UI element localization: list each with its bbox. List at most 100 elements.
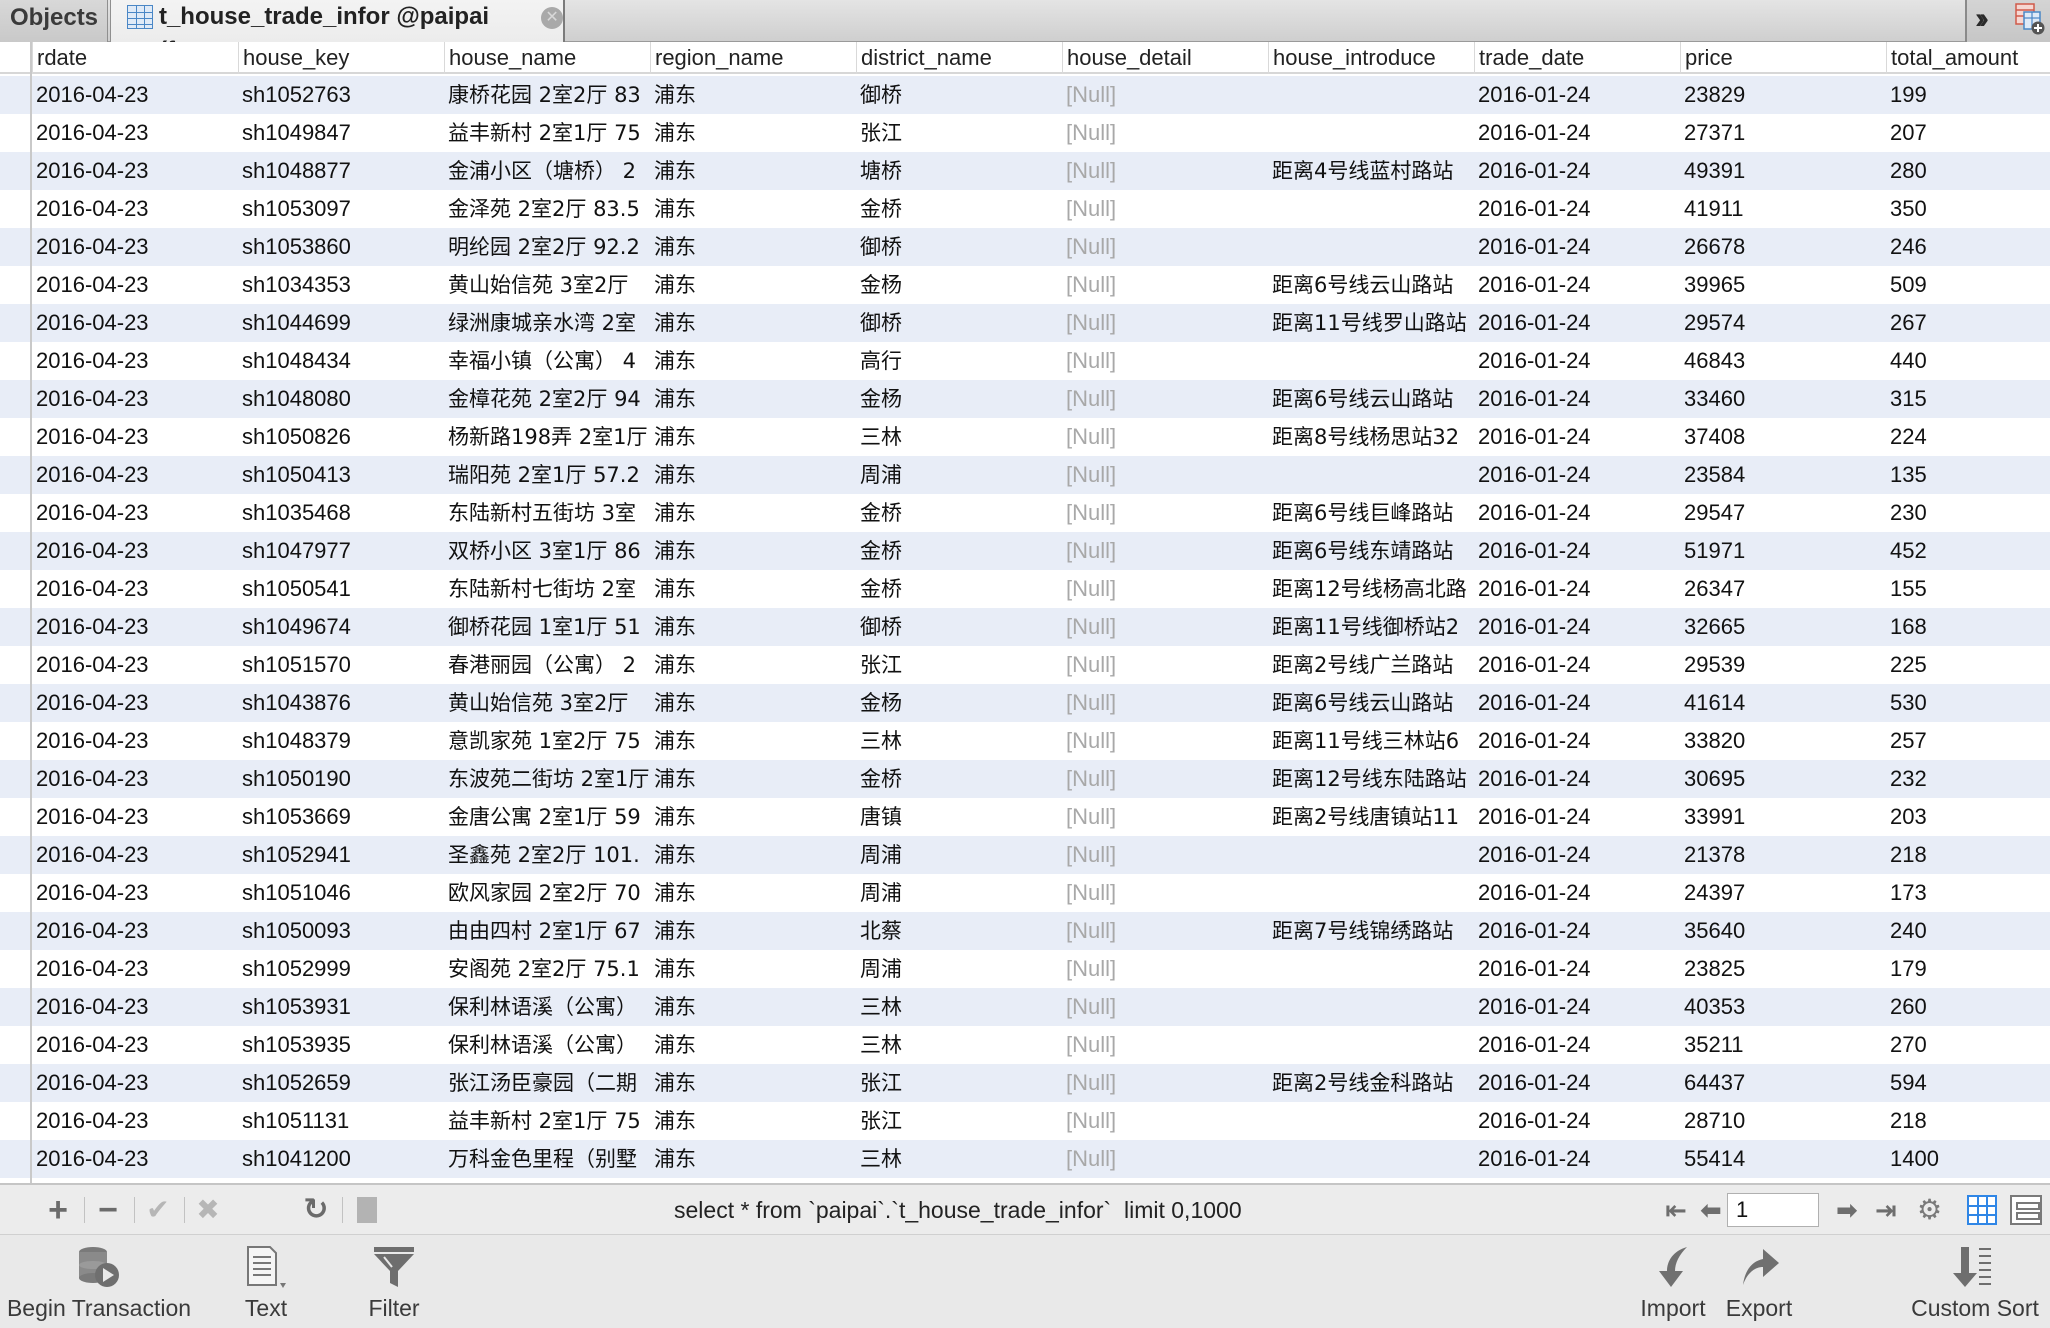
column-header-total-amount[interactable]: total_amount: [1886, 42, 2050, 74]
cell-trade-date[interactable]: 2016-01-24: [1474, 836, 1680, 874]
cell-house-introduce[interactable]: [1268, 228, 1474, 266]
cell-house-introduce[interactable]: 距离2号线广兰路站: [1268, 646, 1474, 684]
cell-price[interactable]: 26678: [1680, 228, 1886, 266]
cell-price[interactable]: 40353: [1680, 988, 1886, 1026]
cell-trade-date[interactable]: 2016-01-24: [1474, 342, 1680, 380]
cell-house-detail[interactable]: [Null]: [1062, 76, 1268, 114]
cell-house-key[interactable]: sh1053935: [238, 1026, 444, 1064]
cell-house-name[interactable]: 益丰新村 2室1厅 75: [444, 114, 650, 152]
cell-price[interactable]: 41614: [1680, 684, 1886, 722]
cell-house-detail[interactable]: [Null]: [1062, 1026, 1268, 1064]
cell-house-name[interactable]: 黄山始信苑 3室2厅: [444, 266, 650, 304]
cell-rdate[interactable]: 2016-04-23: [32, 1140, 238, 1178]
cell-trade-date[interactable]: 2016-01-24: [1474, 646, 1680, 684]
cell-rdate[interactable]: 2016-04-23: [32, 950, 238, 988]
cell-price[interactable]: 39965: [1680, 266, 1886, 304]
cell-house-name[interactable]: 绿洲康城亲水湾 2室: [444, 304, 650, 342]
cell-total-amount[interactable]: 203: [1886, 798, 2050, 836]
cell-district-name[interactable]: 金桥: [856, 760, 1062, 798]
cell-house-name[interactable]: 圣鑫苑 2室2厅 101.: [444, 836, 650, 874]
cell-rdate[interactable]: 2016-04-23: [32, 380, 238, 418]
cell-total-amount[interactable]: 260: [1886, 988, 2050, 1026]
cell-district-name[interactable]: 周浦: [856, 836, 1062, 874]
cell-house-key[interactable]: sh1050541: [238, 570, 444, 608]
table-row[interactable]: 2016-04-23 sh1050826 杨新路198弄 2室1厅 浦东 三林 [Null…: [0, 418, 2050, 456]
plus-icon[interactable]: +: [40, 1193, 76, 1227]
cell-house-detail[interactable]: [Null]: [1062, 950, 1268, 988]
cell-trade-date[interactable]: 2016-01-24: [1474, 266, 1680, 304]
cell-rdate[interactable]: 2016-04-23: [32, 418, 238, 456]
cell-total-amount[interactable]: 218: [1886, 836, 2050, 874]
cell-house-name[interactable]: 万科金色里程（别墅: [444, 1140, 650, 1178]
cell-total-amount[interactable]: 224: [1886, 418, 2050, 456]
cell-region-name[interactable]: 浦东: [650, 874, 856, 912]
cell-trade-date[interactable]: 2016-01-24: [1474, 1064, 1680, 1102]
cell-total-amount[interactable]: 155: [1886, 570, 2050, 608]
cell-house-introduce[interactable]: 距离2号线金科路站: [1268, 1064, 1474, 1102]
cell-region-name[interactable]: 浦东: [650, 494, 856, 532]
cell-house-key[interactable]: sh1053860: [238, 228, 444, 266]
cell-rdate[interactable]: 2016-04-23: [32, 570, 238, 608]
cell-house-detail[interactable]: [Null]: [1062, 304, 1268, 342]
cell-house-name[interactable]: 春港丽园（公寓） 2: [444, 646, 650, 684]
cell-region-name[interactable]: 浦东: [650, 722, 856, 760]
cell-total-amount[interactable]: 280: [1886, 152, 2050, 190]
cell-price[interactable]: 33991: [1680, 798, 1886, 836]
cell-house-key[interactable]: sh1050826: [238, 418, 444, 456]
cell-house-introduce[interactable]: [1268, 456, 1474, 494]
cell-district-name[interactable]: 御桥: [856, 76, 1062, 114]
cell-region-name[interactable]: 浦东: [650, 304, 856, 342]
export-button[interactable]: Export: [1716, 1235, 1802, 1328]
cell-rdate[interactable]: 2016-04-23: [32, 494, 238, 532]
minus-icon[interactable]: −: [90, 1193, 126, 1227]
cell-house-introduce[interactable]: 距离8号线杨思站32: [1268, 418, 1474, 456]
cell-house-detail[interactable]: [Null]: [1062, 988, 1268, 1026]
cell-district-name[interactable]: 三林: [856, 722, 1062, 760]
table-row[interactable]: 2016-04-23 sh1050093 由由四村 2室1厅 67 浦东 北蔡 [Null…: [0, 912, 2050, 950]
table-row[interactable]: 2016-04-23 sh1052999 安阁苑 2室2厅 75.1 浦东 周浦 [Nul…: [0, 950, 2050, 988]
cell-district-name[interactable]: 金杨: [856, 684, 1062, 722]
table-row[interactable]: 2016-04-23 sh1048080 金樟花苑 2室2厅 94 浦东 金杨 [Null…: [0, 380, 2050, 418]
table-row[interactable]: 2016-04-23 sh1048379 意凯家苑 1室2厅 75 浦东 三林 [Null…: [0, 722, 2050, 760]
cell-house-detail[interactable]: [Null]: [1062, 646, 1268, 684]
table-row[interactable]: 2016-04-23 sh1051131 益丰新村 2室1厅 75 浦东 张江 [Null…: [0, 1102, 2050, 1140]
cell-rdate[interactable]: 2016-04-23: [32, 456, 238, 494]
cell-district-name[interactable]: 张江: [856, 114, 1062, 152]
cell-district-name[interactable]: 唐镇: [856, 798, 1062, 836]
prev-page-icon[interactable]: ⬅: [1700, 1195, 1722, 1225]
cell-trade-date[interactable]: 2016-01-24: [1474, 760, 1680, 798]
cell-district-name[interactable]: 张江: [856, 646, 1062, 684]
column-header-house-name[interactable]: house_name: [444, 42, 650, 74]
cell-trade-date[interactable]: 2016-01-24: [1474, 228, 1680, 266]
cell-house-introduce[interactable]: [1268, 114, 1474, 152]
cell-trade-date[interactable]: 2016-01-24: [1474, 304, 1680, 342]
cell-price[interactable]: 33820: [1680, 722, 1886, 760]
cell-trade-date[interactable]: 2016-01-24: [1474, 532, 1680, 570]
cell-rdate[interactable]: 2016-04-23: [32, 228, 238, 266]
cell-district-name[interactable]: 金桥: [856, 532, 1062, 570]
cell-price[interactable]: 35640: [1680, 912, 1886, 950]
double-chevron-right-icon[interactable]: ››: [1975, 2, 1989, 36]
cell-house-introduce[interactable]: [1268, 950, 1474, 988]
cell-total-amount[interactable]: 207: [1886, 114, 2050, 152]
cell-region-name[interactable]: 浦东: [650, 646, 856, 684]
cell-trade-date[interactable]: 2016-01-24: [1474, 988, 1680, 1026]
cell-house-detail[interactable]: [Null]: [1062, 456, 1268, 494]
cell-house-key[interactable]: sh1053669: [238, 798, 444, 836]
cell-total-amount[interactable]: 246: [1886, 228, 2050, 266]
cell-house-name[interactable]: 金泽苑 2室2厅 83.5: [444, 190, 650, 228]
cell-rdate[interactable]: 2016-04-23: [32, 266, 238, 304]
cell-trade-date[interactable]: 2016-01-24: [1474, 1026, 1680, 1064]
cell-region-name[interactable]: 浦东: [650, 798, 856, 836]
cell-district-name[interactable]: 御桥: [856, 228, 1062, 266]
table-row[interactable]: 2016-04-23 sh1053669 金唐公寓 2室1厅 59 浦东 唐镇 [Null…: [0, 798, 2050, 836]
cell-house-detail[interactable]: [Null]: [1062, 1102, 1268, 1140]
cell-rdate[interactable]: 2016-04-23: [32, 608, 238, 646]
cell-region-name[interactable]: 浦东: [650, 342, 856, 380]
cell-rdate[interactable]: 2016-04-23: [32, 988, 238, 1026]
cell-rdate[interactable]: 2016-04-23: [32, 532, 238, 570]
cell-house-introduce[interactable]: [1268, 988, 1474, 1026]
table-row[interactable]: 2016-04-23 sh1051570 春港丽园（公寓） 2 浦东 张江 [Null] 距…: [0, 646, 2050, 684]
cell-house-name[interactable]: 双桥小区 3室1厅 86: [444, 532, 650, 570]
cell-house-introduce[interactable]: 距离12号线东陆路站: [1268, 760, 1474, 798]
